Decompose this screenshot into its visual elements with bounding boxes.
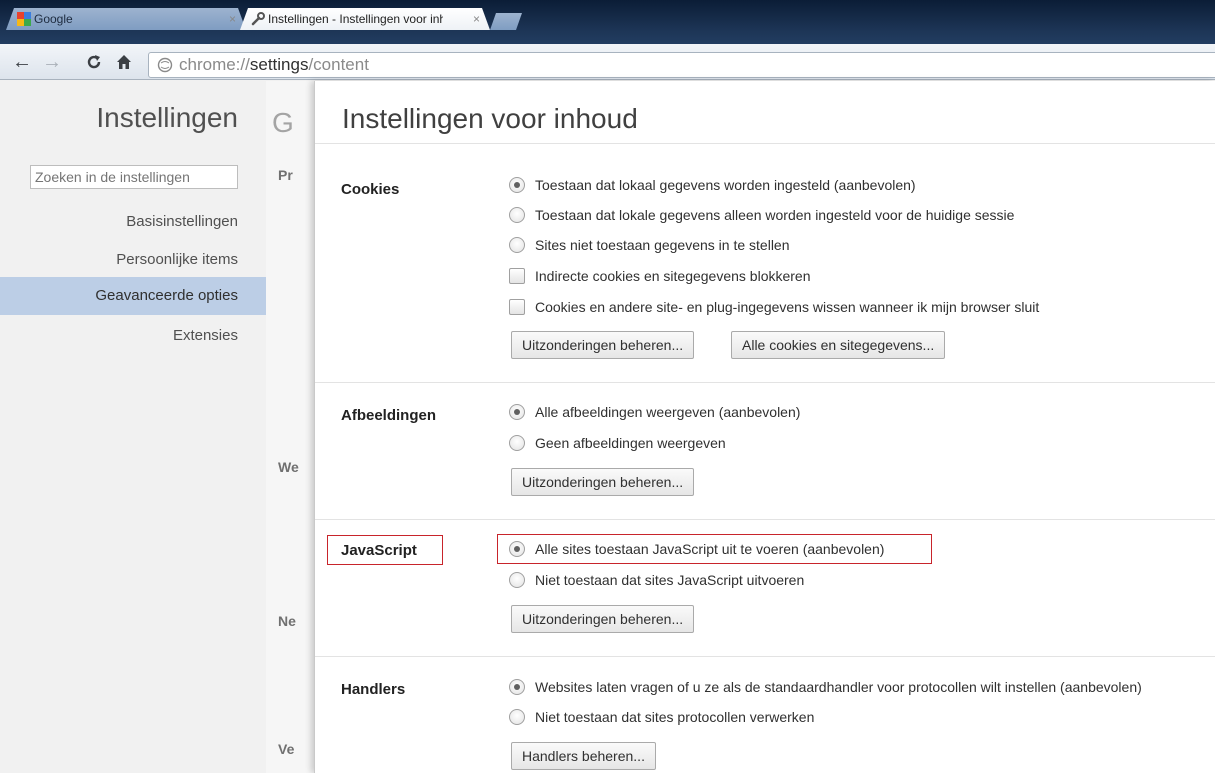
manage-handlers-button[interactable]: Handlers beheren... xyxy=(511,742,656,770)
checkbox[interactable] xyxy=(509,299,525,315)
option-cookies-session[interactable]: Toestaan dat lokale gegevens alleen word… xyxy=(509,207,1014,223)
browser-toolbar: ← → chrome://settings/content xyxy=(0,44,1215,80)
option-label: Sites niet toestaan gegevens in te stell… xyxy=(535,237,790,253)
tab-label: Google xyxy=(34,12,73,26)
option-label: Indirecte cookies en sitegegevens blokke… xyxy=(535,268,811,284)
reload-icon xyxy=(87,55,101,69)
option-handlers-block[interactable]: Niet toestaan dat sites protocollen verw… xyxy=(509,709,814,725)
radio-button[interactable] xyxy=(509,237,525,253)
javascript-exceptions-button[interactable]: Uitzonderingen beheren... xyxy=(511,605,695,633)
divider xyxy=(315,143,1215,144)
sidebar-item-extensies[interactable]: Extensies xyxy=(0,317,266,355)
content-settings-dialog: Instellingen voor inhoud Cookies Toestaa… xyxy=(314,81,1215,773)
back-arrow-icon[interactable]: ← xyxy=(10,50,34,74)
radio-button[interactable] xyxy=(509,679,525,695)
address-bar[interactable]: chrome://settings/content xyxy=(148,52,1215,78)
option-label: Niet toestaan dat sites JavaScript uitvo… xyxy=(535,572,805,588)
tab-label: Instellingen - Instellingen voor inhoud xyxy=(268,12,443,26)
background-fragment: Ve xyxy=(278,741,295,757)
option-label: Niet toestaan dat sites protocollen verw… xyxy=(535,709,815,725)
option-javascript-allow[interactable]: Alle sites toestaan JavaScript uit te vo… xyxy=(509,541,884,557)
page-info-icon xyxy=(157,57,173,73)
option-clear-on-exit[interactable]: Cookies en andere site- en plug-ingegeve… xyxy=(509,299,1039,315)
url-path: /content xyxy=(308,55,369,74)
background-fragment: Pr xyxy=(278,167,293,183)
home-button[interactable] xyxy=(112,50,136,74)
radio-button[interactable] xyxy=(509,541,525,557)
radio-button[interactable] xyxy=(509,572,525,588)
section-title-javascript: JavaScript xyxy=(341,542,417,559)
wrench-icon xyxy=(250,11,266,27)
settings-sidebar: Instellingen Basisinstellingen Persoonli… xyxy=(0,81,266,773)
tab-google[interactable]: Google × xyxy=(6,8,246,30)
background-fragment: Ne xyxy=(278,613,296,629)
option-images-hide[interactable]: Geen afbeeldingen weergeven xyxy=(509,435,726,451)
background-heading: G xyxy=(272,107,294,138)
option-block-third-party[interactable]: Indirecte cookies en sitegegevens blokke… xyxy=(509,268,811,284)
new-tab-button[interactable] xyxy=(490,13,522,30)
forward-arrow-icon[interactable]: → xyxy=(40,50,64,74)
all-cookies-button[interactable]: Alle cookies en sitegegevens... xyxy=(731,331,946,359)
radio-button[interactable] xyxy=(509,435,525,451)
option-label: Cookies en andere site- en plug-ingegeve… xyxy=(535,299,1040,315)
sidebar-item-basisinstellingen[interactable]: Basisinstellingen xyxy=(0,203,266,241)
checkbox[interactable] xyxy=(509,268,525,284)
option-label: Geen afbeeldingen weergeven xyxy=(535,435,726,451)
background-fragment: We xyxy=(278,459,299,475)
option-javascript-block[interactable]: Niet toestaan dat sites JavaScript uitvo… xyxy=(509,572,804,588)
radio-button[interactable] xyxy=(509,177,525,193)
divider xyxy=(315,382,1215,383)
url-scheme: chrome:// xyxy=(179,55,250,74)
option-label: Toestaan dat lokaal gegevens worden inge… xyxy=(535,177,916,193)
home-icon xyxy=(117,55,131,69)
google-favicon-icon xyxy=(16,11,32,27)
radio-button[interactable] xyxy=(509,207,525,223)
option-images-show[interactable]: Alle afbeeldingen weergeven (aanbevolen) xyxy=(509,404,800,420)
radio-button[interactable] xyxy=(509,404,525,420)
close-icon[interactable]: × xyxy=(473,12,480,26)
sidebar-item-geavanceerde-opties[interactable]: Geavanceerde opties xyxy=(0,277,266,315)
section-title-images: Afbeeldingen xyxy=(341,407,437,424)
option-label: Alle sites toestaan JavaScript uit te vo… xyxy=(535,541,885,557)
close-icon[interactable]: × xyxy=(229,12,236,26)
cookies-exceptions-button[interactable]: Uitzonderingen beheren... xyxy=(511,331,695,359)
tab-strip: Google × Instellingen - Instellingen voo… xyxy=(0,0,1215,44)
divider xyxy=(315,519,1215,520)
divider xyxy=(315,656,1215,657)
option-handlers-allow[interactable]: Websites laten vragen of u ze als de sta… xyxy=(509,679,1142,695)
option-cookies-allow[interactable]: Toestaan dat lokaal gegevens worden inge… xyxy=(509,177,916,193)
images-exceptions-button[interactable]: Uitzonderingen beheren... xyxy=(511,468,695,496)
url-host: settings xyxy=(249,55,309,74)
section-title-handlers: Handlers xyxy=(341,681,406,698)
section-title-cookies: Cookies xyxy=(341,181,400,198)
background-settings-page: G Pr We Ne Ve xyxy=(266,81,314,773)
sidebar-item-persoonlijke-items[interactable]: Persoonlijke items xyxy=(0,241,266,279)
reload-button[interactable] xyxy=(82,50,106,74)
radio-button[interactable] xyxy=(509,709,525,725)
sidebar-title: Instellingen xyxy=(96,102,238,133)
option-label: Toestaan dat lokale gegevens alleen word… xyxy=(535,207,1015,223)
tab-settings[interactable]: Instellingen - Instellingen voor inhoud … xyxy=(240,8,490,30)
dialog-title: Instellingen voor inhoud xyxy=(342,103,638,134)
option-cookies-block[interactable]: Sites niet toestaan gegevens in te stell… xyxy=(509,237,790,253)
settings-search-input[interactable] xyxy=(30,165,238,189)
option-label: Websites laten vragen of u ze als de sta… xyxy=(535,679,1142,695)
option-label: Alle afbeeldingen weergeven (aanbevolen) xyxy=(535,404,801,420)
